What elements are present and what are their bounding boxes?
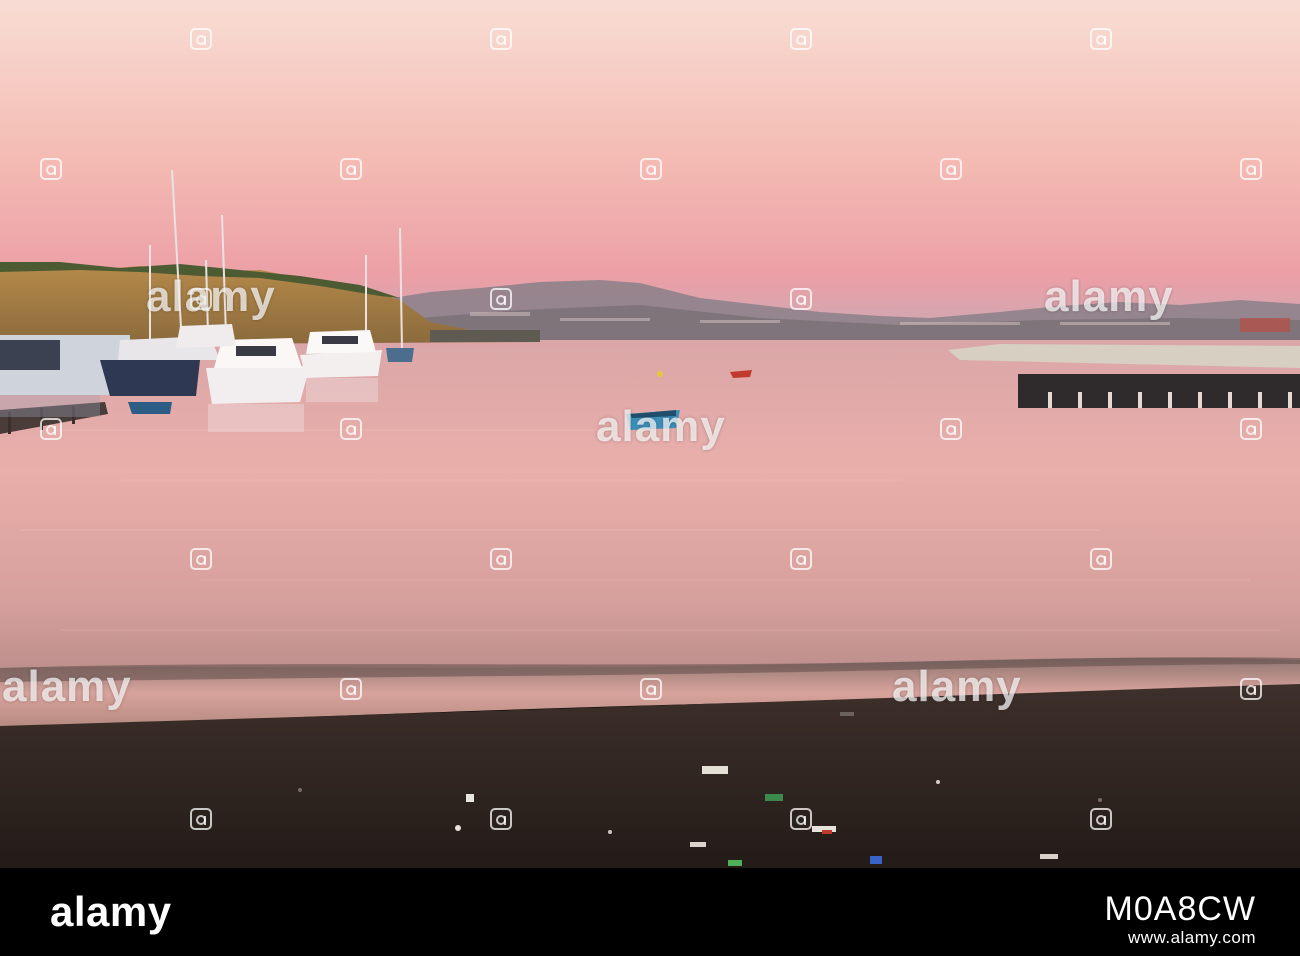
harbor-pier <box>1018 374 1300 408</box>
stock-photo-frame: alamy alamy alamy alamy alamy alamy M0A8… <box>0 0 1300 956</box>
site-url: www.alamy.com <box>1127 928 1256 947</box>
harbor-sunset-photo <box>0 0 1300 868</box>
image-id: M0A8CW <box>1104 890 1256 928</box>
red-building <box>1240 318 1290 332</box>
brand-logo: alamy <box>50 888 172 935</box>
yellow-buoy <box>657 371 663 377</box>
rocky-point <box>430 330 540 342</box>
stock-footer-bar: alamy M0A8CW www.alamy.com <box>0 868 1300 956</box>
